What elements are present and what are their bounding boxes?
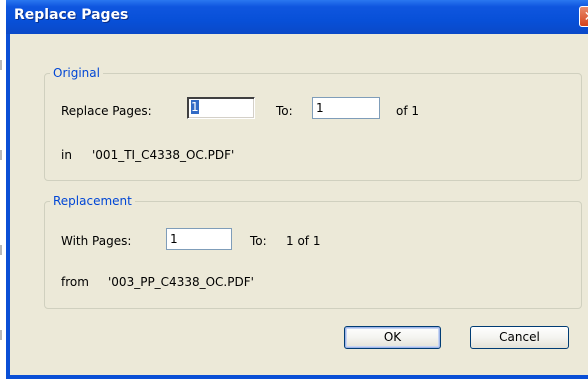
dialog-body: Original Replace Pages: 1 To: of 1 in '0… <box>10 34 588 375</box>
close-icon[interactable]: ✕ <box>579 6 588 27</box>
with-pages-label: With Pages: <box>61 234 132 248</box>
replacement-file-name: '003_PP_C4338_OC.PDF' <box>108 275 254 289</box>
dialog-title: Replace Pages <box>14 7 129 23</box>
replacement-legend: Replacement <box>53 194 132 208</box>
original-file-name: '001_TI_C4338_OC.PDF' <box>92 148 235 162</box>
original-to-label: To: <box>276 104 293 118</box>
ok-button[interactable]: OK <box>344 326 441 349</box>
original-legend: Original <box>53 66 100 80</box>
title-bar[interactable]: Replace Pages ✕ <box>6 0 588 34</box>
replace-pages-from-input[interactable]: 1 <box>187 97 255 119</box>
replace-pages-dialog: Replace Pages ✕ Original Replace Pages: … <box>6 0 588 379</box>
replace-pages-to-input[interactable] <box>312 97 380 119</box>
background-edge-mark <box>0 60 2 70</box>
original-page-count: of 1 <box>396 104 420 118</box>
background-edge-mark <box>0 330 2 340</box>
replacement-group: Replacement <box>44 194 582 309</box>
original-group: Original <box>44 66 582 181</box>
cancel-button[interactable]: Cancel <box>470 326 569 349</box>
with-pages-input[interactable] <box>166 228 232 250</box>
in-label: in <box>61 148 72 162</box>
background-edge-mark <box>0 245 2 255</box>
replacement-page-range: 1 of 1 <box>286 234 321 248</box>
replace-pages-from-value: 1 <box>191 100 199 114</box>
from-label: from <box>61 275 89 289</box>
replace-pages-label: Replace Pages: <box>61 104 152 118</box>
background-edge-mark <box>0 150 2 160</box>
replacement-to-label: To: <box>250 234 267 248</box>
